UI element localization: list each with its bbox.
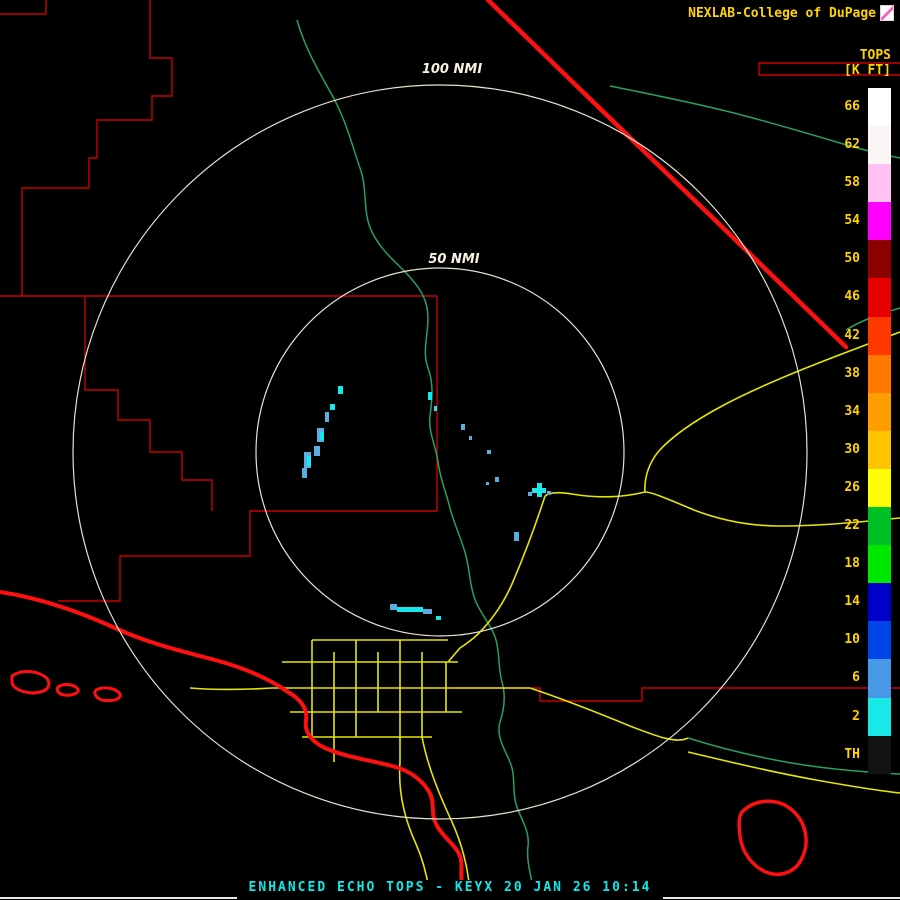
major-diagonal-boundary (488, 0, 846, 347)
coastline-and-major-boundaries (0, 0, 846, 900)
river-lines (297, 20, 900, 900)
color-scale-bar (868, 88, 891, 774)
scale-block-62 (868, 126, 891, 164)
island-outline (57, 685, 78, 696)
radar-echo (307, 456, 311, 466)
scale-label-66: 66 (818, 88, 860, 126)
scale-labels: 66625854504642383430262218141062TH (818, 88, 860, 774)
scale-label-14: 14 (818, 583, 860, 621)
range-ring-label-100: 100 NMI (422, 62, 482, 77)
scale-label-34: 34 (818, 393, 860, 431)
radar-echo (338, 386, 343, 394)
scale-block-42 (868, 317, 891, 355)
scale-block-6 (868, 659, 891, 697)
radar-echo (537, 483, 542, 497)
scale-label-62: 62 (818, 126, 860, 164)
radar-echo (528, 492, 532, 496)
scale-label-54: 54 (818, 202, 860, 240)
scale-label-50: 50 (818, 240, 860, 278)
scale-block-54 (868, 202, 891, 240)
scale-title: TOPS (860, 48, 891, 63)
page-title: NEXLAB-College of DuPage (688, 6, 876, 21)
radar-echo (320, 432, 324, 440)
radar-echo (330, 404, 335, 410)
product-caption-text: ENHANCED ECHO TOPS - KEYX 20 JAN 26 10:1… (237, 880, 664, 900)
scale-block-22 (868, 507, 891, 545)
radar-echo (423, 609, 432, 614)
product-caption: ENHANCED ECHO TOPS - KEYX 20 JAN 26 10:1… (0, 876, 900, 900)
scale-block-10 (868, 621, 891, 659)
island-outline (95, 688, 120, 701)
scale-label-10: 10 (818, 621, 860, 659)
radar-echo (461, 424, 465, 430)
radar-echo (325, 412, 329, 422)
radar-echo (514, 532, 519, 541)
scale-label-2: 2 (818, 698, 860, 736)
scale-label-38: 38 (818, 355, 860, 393)
radar-echo (302, 468, 307, 478)
radar-echo (397, 607, 423, 612)
scale-block-30 (868, 431, 891, 469)
scale-block-66 (868, 88, 891, 126)
scale-label-22: 22 (818, 507, 860, 545)
scale-block-26 (868, 469, 891, 507)
coastline (0, 592, 468, 900)
range-ring-50nmi (256, 268, 624, 636)
scale-label-30: 30 (818, 431, 860, 469)
scale-block-46 (868, 278, 891, 316)
island-outline (12, 672, 49, 693)
county-boundaries (0, 0, 900, 701)
radar-display: NEXLAB-College of DuPage TOPS [K FT] 666… (0, 0, 900, 900)
scale-label-58: 58 (818, 164, 860, 202)
radar-echo (390, 604, 397, 610)
radar-echo (314, 446, 320, 456)
scale-label-18: 18 (818, 545, 860, 583)
radar-echo (487, 450, 491, 454)
scale-label-TH: TH (818, 736, 860, 774)
scale-block-50 (868, 240, 891, 278)
scale-label-42: 42 (818, 317, 860, 355)
radar-echo (547, 491, 551, 495)
echo-layer (302, 386, 551, 620)
scale-block-18 (868, 545, 891, 583)
radar-map (0, 0, 900, 900)
radar-echo (486, 482, 489, 485)
scale-block-14 (868, 583, 891, 621)
range-rings (73, 85, 807, 819)
scale-block-38 (868, 355, 891, 393)
radar-echo (495, 477, 499, 482)
radar-echo (469, 436, 472, 440)
scale-label-26: 26 (818, 469, 860, 507)
scale-label-46: 46 (818, 278, 860, 316)
cod-logo-icon (880, 5, 894, 21)
scale-block-TH (868, 736, 891, 774)
radar-echo (434, 406, 437, 411)
range-ring-100nmi (73, 85, 807, 819)
scale-block-2 (868, 698, 891, 736)
highway-lines (190, 332, 900, 900)
radar-echo (428, 392, 432, 400)
range-ring-label-50: 50 NMI (428, 252, 479, 267)
scale-block-58 (868, 164, 891, 202)
lake-outline (739, 801, 806, 874)
scale-units: [K FT] (844, 63, 891, 78)
scale-block-34 (868, 393, 891, 431)
scale-label-6: 6 (818, 659, 860, 697)
radar-echo (436, 616, 441, 620)
